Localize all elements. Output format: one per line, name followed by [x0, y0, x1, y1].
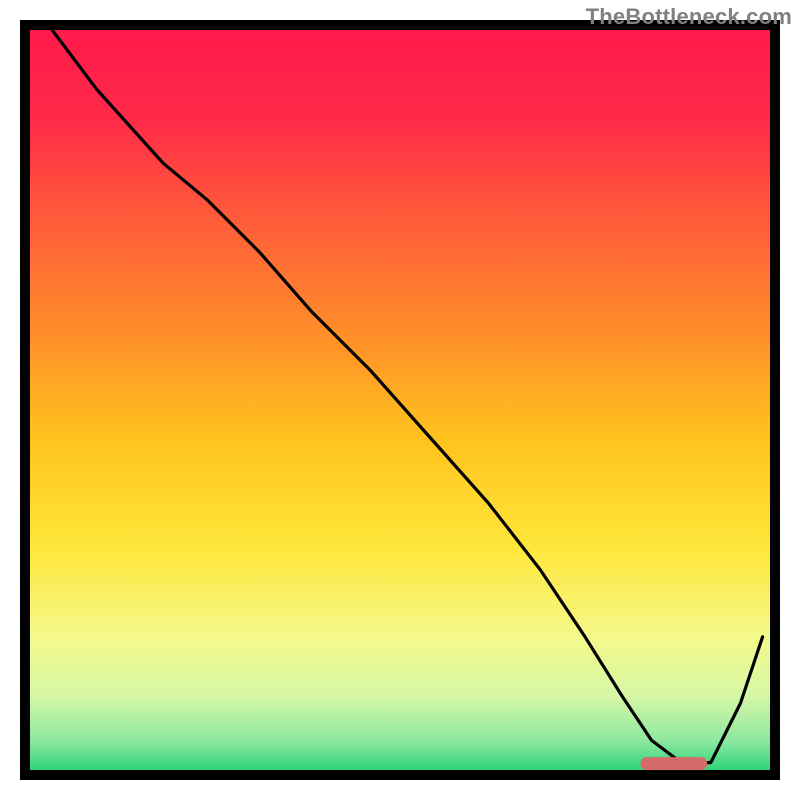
chart-svg — [0, 0, 800, 800]
watermark-text: TheBottleneck.com — [586, 4, 792, 30]
gradient-background — [30, 30, 770, 770]
optimal-range-marker — [641, 757, 708, 770]
chart-canvas: TheBottleneck.com — [0, 0, 800, 800]
plot-area — [25, 25, 775, 775]
